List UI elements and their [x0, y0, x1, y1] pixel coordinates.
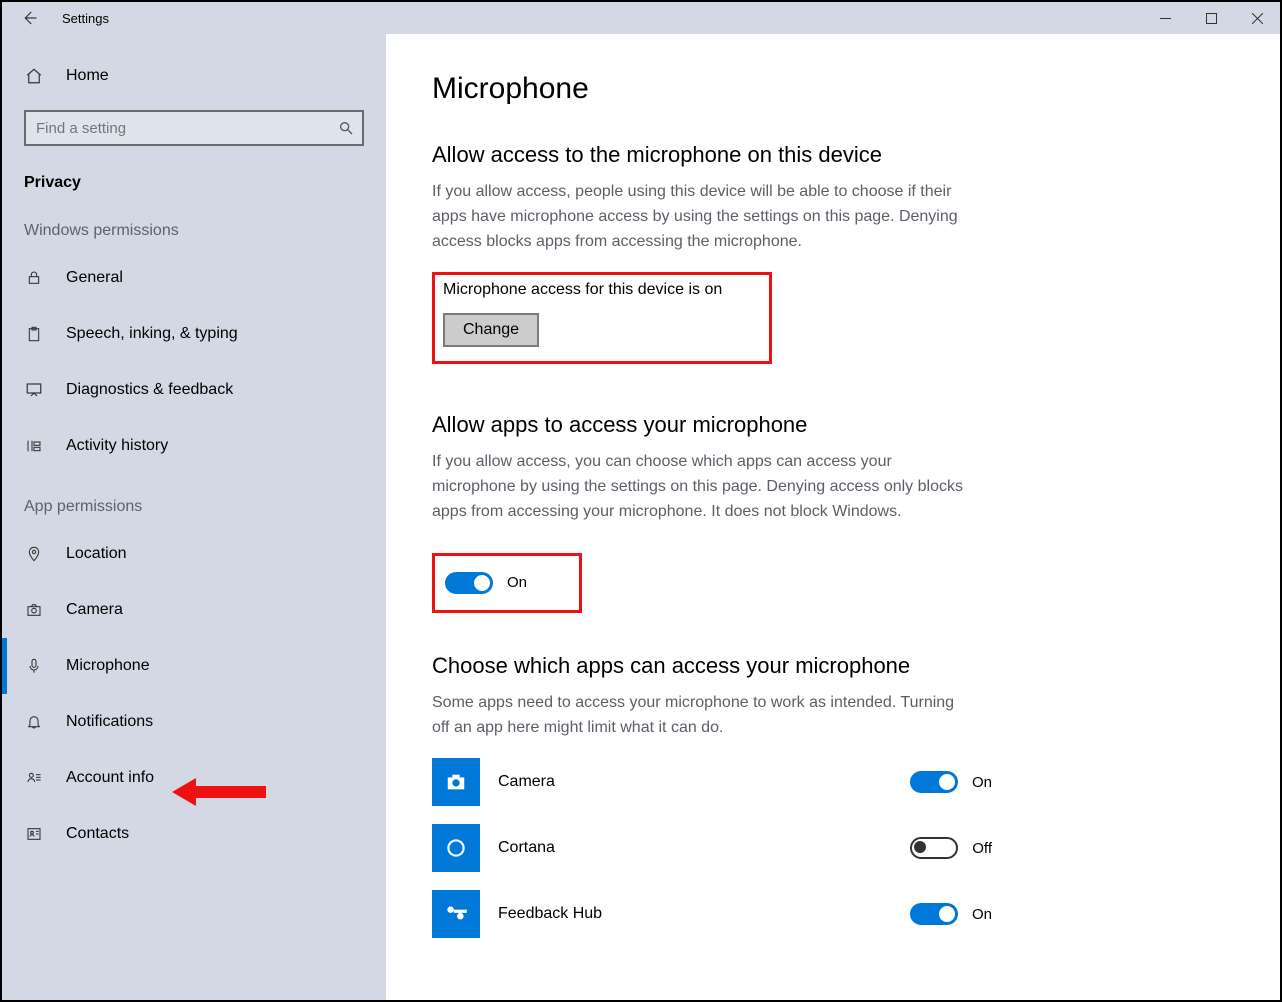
sidebar: Home Privacy Windows permissions General…	[2, 34, 386, 1000]
section3-heading: Choose which apps can access your microp…	[432, 653, 1234, 679]
window-title: Settings	[62, 11, 109, 26]
section2-heading: Allow apps to access your microphone	[432, 412, 1234, 438]
device-access-status: Microphone access for this device is on	[443, 281, 761, 299]
change-button[interactable]: Change	[443, 313, 539, 347]
apps-access-toggle[interactable]	[445, 572, 493, 594]
app-name: Cortana	[498, 839, 892, 857]
sidebar-category: Privacy	[2, 174, 386, 192]
camera-icon	[24, 602, 44, 618]
annotation-box-2: On	[432, 553, 582, 613]
app-row-camera: Camera On	[432, 758, 992, 806]
app-toggle-label: Off	[972, 840, 992, 857]
app-toggle-cortana[interactable]	[910, 837, 958, 859]
sidebar-item-general[interactable]: General	[2, 250, 386, 306]
contacts-icon	[24, 826, 44, 842]
sidebar-item-contacts[interactable]: Contacts	[2, 806, 386, 862]
search-input[interactable]	[24, 110, 364, 146]
sidebar-item-activity[interactable]: Activity history	[2, 418, 386, 474]
timeline-icon	[24, 438, 44, 454]
close-button[interactable]	[1234, 2, 1280, 34]
location-icon	[24, 545, 44, 563]
section1-desc: If you allow access, people using this d…	[432, 180, 972, 254]
app-toggle-label: On	[972, 906, 992, 923]
app-name: Feedback Hub	[498, 905, 892, 923]
titlebar: Settings	[2, 2, 1280, 34]
lock-icon	[24, 269, 44, 287]
sidebar-item-label: Speech, inking, & typing	[66, 325, 238, 343]
sidebar-home[interactable]: Home	[2, 48, 386, 104]
annotation-arrow	[172, 778, 266, 806]
feedback-icon	[24, 381, 44, 399]
home-icon	[24, 67, 44, 85]
maximize-button[interactable]	[1188, 2, 1234, 34]
bell-icon	[24, 713, 44, 731]
active-indicator	[2, 638, 7, 694]
app-row-feedback: Feedback Hub On	[432, 890, 992, 938]
page-title: Microphone	[432, 72, 1234, 106]
app-row-cortana: Cortana Off	[432, 824, 992, 872]
app-toggle-camera[interactable]	[910, 771, 958, 793]
sidebar-item-label: General	[66, 269, 123, 287]
section3-desc: Some apps need to access your microphone…	[432, 691, 972, 741]
sidebar-item-label: Account info	[66, 769, 154, 787]
sidebar-item-label: Location	[66, 545, 127, 563]
annotation-box-1: Microphone access for this device is on …	[432, 272, 772, 364]
microphone-icon	[24, 656, 44, 676]
clipboard-icon	[24, 325, 44, 343]
sidebar-item-label: Microphone	[66, 657, 150, 675]
app-toggle-label: On	[972, 774, 992, 791]
back-icon[interactable]	[20, 9, 38, 27]
sidebar-home-label: Home	[66, 67, 109, 85]
sidebar-item-label: Activity history	[66, 437, 168, 455]
sidebar-item-label: Camera	[66, 601, 123, 619]
sidebar-item-camera[interactable]: Camera	[2, 582, 386, 638]
cortana-app-icon	[432, 824, 480, 872]
app-name: Camera	[498, 773, 892, 791]
sidebar-item-microphone[interactable]: Microphone	[2, 638, 386, 694]
sidebar-item-label: Diagnostics & feedback	[66, 381, 233, 399]
sidebar-item-location[interactable]: Location	[2, 526, 386, 582]
feedback-app-icon	[432, 890, 480, 938]
apps-access-toggle-label: On	[507, 574, 527, 591]
sidebar-item-speech[interactable]: Speech, inking, & typing	[2, 306, 386, 362]
content-area: Microphone Allow access to the microphon…	[386, 34, 1280, 1000]
sidebar-section-windows: Windows permissions	[2, 222, 386, 240]
sidebar-item-label: Contacts	[66, 825, 129, 843]
search-icon	[338, 120, 354, 136]
app-toggle-feedback[interactable]	[910, 903, 958, 925]
sidebar-item-notifications[interactable]: Notifications	[2, 694, 386, 750]
account-icon	[24, 770, 44, 786]
minimize-button[interactable]	[1142, 2, 1188, 34]
sidebar-item-label: Notifications	[66, 713, 153, 731]
section1-heading: Allow access to the microphone on this d…	[432, 142, 1234, 168]
sidebar-section-app: App permissions	[2, 498, 386, 516]
sidebar-item-diagnostics[interactable]: Diagnostics & feedback	[2, 362, 386, 418]
camera-app-icon	[432, 758, 480, 806]
section2-desc: If you allow access, you can choose whic…	[432, 450, 972, 524]
